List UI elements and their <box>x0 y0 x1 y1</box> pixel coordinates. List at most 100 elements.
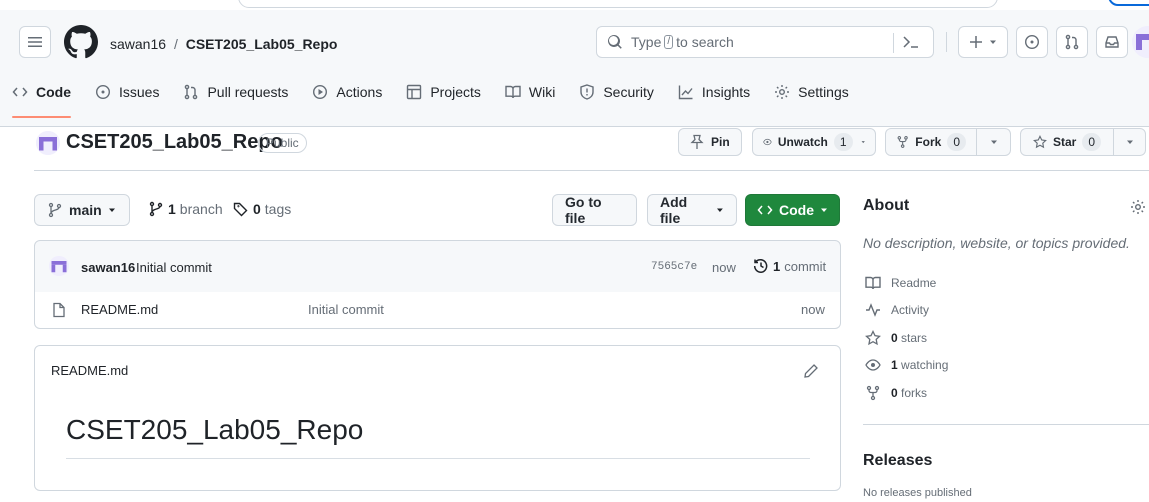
tab-label: Projects <box>430 84 481 100</box>
pencil-icon[interactable] <box>803 363 819 379</box>
pin-button[interactable]: Pin <box>678 128 742 156</box>
tab-security[interactable]: Security <box>567 74 666 110</box>
tab-actions[interactable]: Actions <box>300 74 394 110</box>
readme-filename: README.md <box>51 363 129 378</box>
command-palette-icon[interactable] <box>902 34 920 50</box>
issue-opened-icon <box>1024 34 1040 50</box>
star-icon <box>865 330 881 346</box>
play-icon <box>313 84 328 100</box>
issues-shortcut-button[interactable] <box>1016 26 1048 58</box>
tab-settings[interactable]: Settings <box>762 74 861 110</box>
fork-count: 0 <box>947 133 966 151</box>
tab-label: Code <box>36 84 71 100</box>
code-icon <box>757 205 773 215</box>
branches-label: branch <box>179 201 223 217</box>
releases-heading[interactable]: Releases <box>863 452 932 470</box>
book-icon <box>505 85 521 99</box>
issue-icon <box>95 84 111 100</box>
activity-link[interactable]: Activity <box>865 302 929 318</box>
tags-link[interactable]: 0 tags <box>233 201 291 217</box>
pulse-icon <box>866 303 880 317</box>
file-commit-time: now <box>801 302 825 317</box>
git-pull-request-icon <box>1065 34 1079 50</box>
breadcrumb-separator: / <box>173 36 178 52</box>
hamburger-icon <box>28 37 42 47</box>
history-icon <box>753 259 768 274</box>
graph-icon <box>678 85 693 100</box>
inbox-button[interactable] <box>1096 26 1128 58</box>
file-row[interactable]: README.md Initial commit now <box>34 292 841 329</box>
add-file-button[interactable]: Add file <box>647 194 737 226</box>
tab-code[interactable]: Code <box>0 74 83 118</box>
pull-requests-shortcut-button[interactable] <box>1056 26 1088 58</box>
sidebar-divider <box>863 424 1149 425</box>
breadcrumb: sawan16 / CSET205_Lab05_Repo <box>110 36 337 52</box>
activity-link-label: Activity <box>891 303 930 317</box>
breadcrumb-owner[interactable]: sawan16 <box>110 36 166 52</box>
unwatch-label: Unwatch <box>777 135 828 149</box>
branches-link[interactable]: 1 branch <box>148 201 223 217</box>
search-input[interactable]: Type / to search <box>596 26 934 58</box>
table-icon <box>407 84 422 100</box>
search-placeholder-prefix: Type <box>631 34 662 50</box>
breadcrumb-repo[interactable]: CSET205_Lab05_Repo <box>186 36 338 52</box>
gear-icon[interactable] <box>1130 199 1146 215</box>
browser-profile-button[interactable] <box>1108 0 1149 6</box>
pull-request-icon <box>185 84 198 100</box>
forks-link[interactable]: 0 forks <box>865 385 927 401</box>
repo-title[interactable]: CSET205_Lab05_Repo <box>66 131 283 154</box>
triangle-down-icon <box>108 208 115 212</box>
browser-address-bar[interactable] <box>238 0 998 8</box>
commit-sha[interactable]: 7565c7e <box>651 261 697 273</box>
tab-insights[interactable]: Insights <box>666 74 762 110</box>
github-logo-icon[interactable] <box>64 25 98 59</box>
search-shortcut-key: / <box>664 35 674 49</box>
file-commit-message[interactable]: Initial commit <box>308 302 384 317</box>
code-button-label: Code <box>779 202 814 218</box>
tab-pull-requests[interactable]: Pull requests <box>171 74 300 110</box>
commits-count: 1 <box>773 258 781 274</box>
header-divider <box>34 170 1149 171</box>
tags-label: tags <box>264 201 292 217</box>
triangle-down-icon <box>1126 140 1133 144</box>
forks-count: 0 <box>891 386 898 400</box>
watching-label: watching <box>901 358 949 372</box>
star-dropdown-button[interactable] <box>1113 128 1146 156</box>
tab-projects[interactable]: Projects <box>394 74 493 110</box>
file-icon <box>53 302 65 318</box>
inbox-icon <box>1105 36 1119 48</box>
star-button[interactable]: Star 0 <box>1020 128 1114 156</box>
add-file-label: Add file <box>660 194 688 226</box>
identicon-avatar-icon <box>49 256 69 276</box>
commit-message[interactable]: Initial commit <box>136 260 212 275</box>
stars-link[interactable]: 0 stars <box>865 330 927 346</box>
fork-button[interactable]: Fork 0 <box>885 128 977 156</box>
star-label: Star <box>1052 135 1077 149</box>
readme-link[interactable]: Readme <box>865 275 936 291</box>
tab-wiki[interactable]: Wiki <box>493 74 567 110</box>
repo-forked-icon <box>866 385 880 401</box>
repo-nav-tabs: Code Issues Pull requests Actions Projec… <box>0 74 861 118</box>
readme-heading: CSET205_Lab05_Repo <box>66 414 364 445</box>
tab-label: Issues <box>119 84 160 100</box>
tab-label: Insights <box>701 84 751 100</box>
code-icon <box>12 87 28 97</box>
eye-icon <box>763 138 772 146</box>
file-name[interactable]: README.md <box>81 302 158 317</box>
tags-count: 0 <box>253 201 261 217</box>
commits-history-link[interactable]: 1 commit <box>753 258 826 274</box>
menu-button[interactable] <box>19 26 51 58</box>
branch-select-button[interactable]: main <box>34 194 130 226</box>
watching-link[interactable]: 1 watching <box>865 357 948 373</box>
repo-owner-avatar[interactable] <box>36 131 60 155</box>
tab-issues[interactable]: Issues <box>83 74 171 110</box>
code-button[interactable]: Code <box>745 194 840 226</box>
commit-author-avatar[interactable] <box>49 256 69 276</box>
go-to-file-button[interactable]: Go to file <box>552 194 637 226</box>
identicon-avatar-icon <box>36 131 60 155</box>
create-new-button[interactable] <box>958 26 1008 58</box>
unwatch-button[interactable]: Unwatch 1 <box>752 128 876 156</box>
commit-author[interactable]: sawan16 <box>81 260 135 275</box>
watching-count: 1 <box>891 358 898 372</box>
fork-dropdown-button[interactable] <box>976 128 1011 156</box>
